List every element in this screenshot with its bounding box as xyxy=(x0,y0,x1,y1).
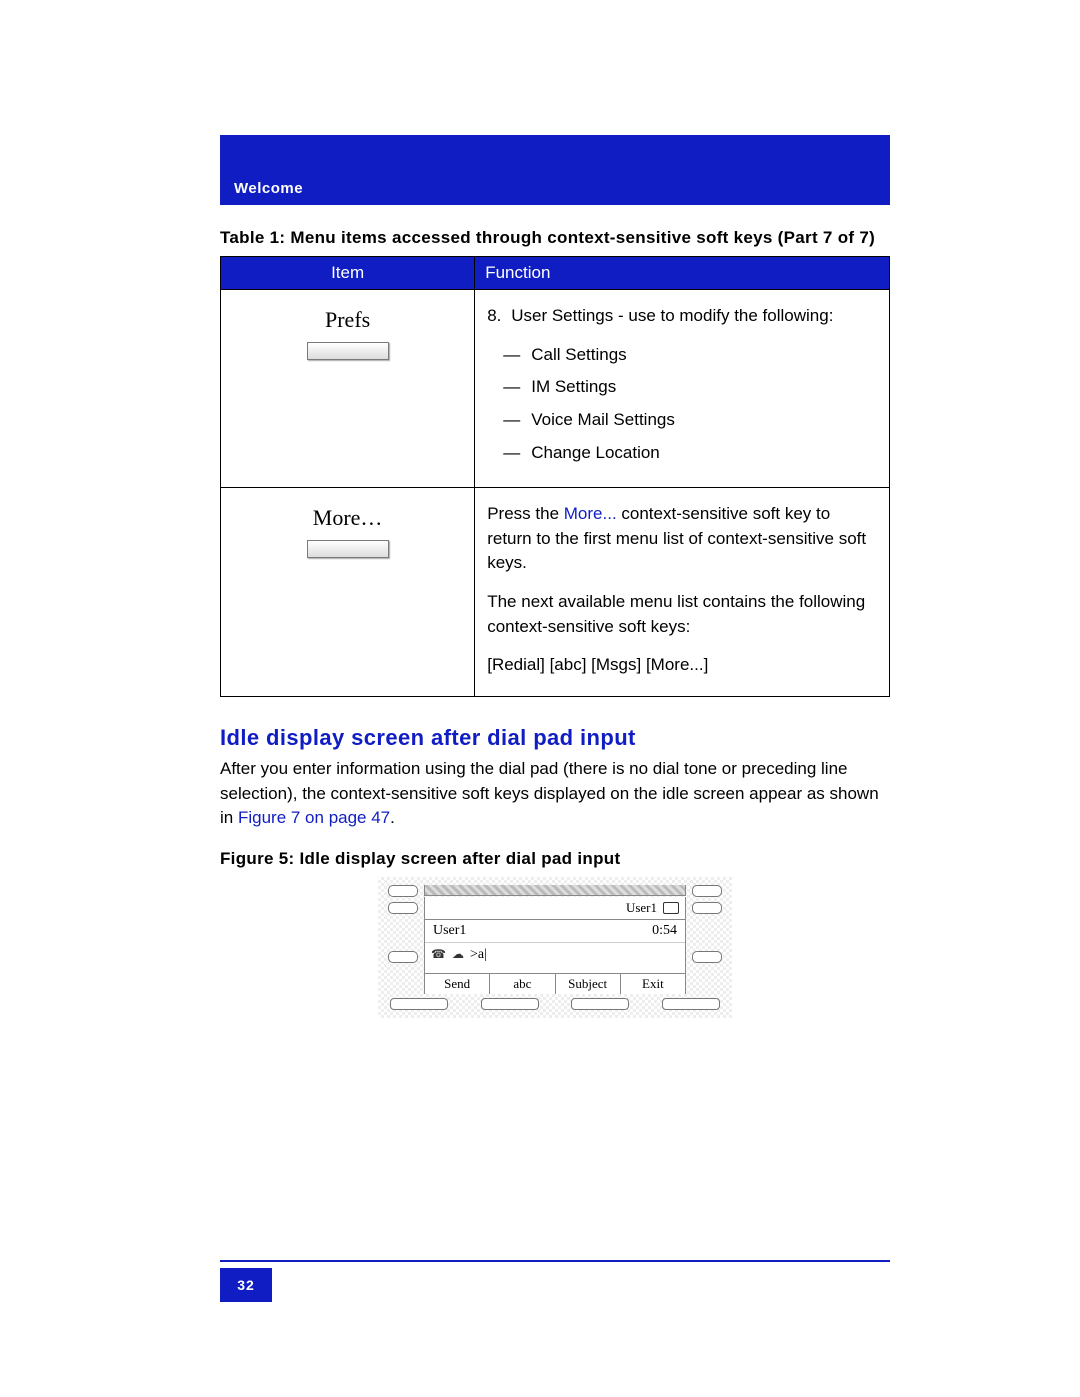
softkey-row: Send abc Subject Exit xyxy=(425,973,685,994)
list-item: Change Location xyxy=(511,437,877,470)
list-item: IM Settings xyxy=(511,371,877,404)
softkey-exit: Exit xyxy=(621,974,685,994)
side-key-icon xyxy=(692,951,722,963)
bottom-key-icon xyxy=(571,998,629,1010)
menu-items-table: Item Function Prefs 8. User Settings - u… xyxy=(220,256,890,697)
more-link[interactable]: More... xyxy=(564,504,617,523)
function-paragraph: The next available menu list contains th… xyxy=(487,590,877,639)
dash-list: Call Settings IM Settings Voice Mail Set… xyxy=(511,339,877,470)
softkey-label-more: More… xyxy=(233,502,462,534)
function-paragraph: [Redial] [abc] [Msgs] [More...] xyxy=(487,653,877,678)
body-paragraph: After you enter information using the di… xyxy=(220,757,890,831)
list-lead-text: User Settings - use to modify the follow… xyxy=(511,306,833,325)
function-cell-more: Press the More... context-sensitive soft… xyxy=(475,488,890,697)
page-number: 32 xyxy=(220,1268,272,1302)
softkey-button-icon xyxy=(307,342,389,360)
status-user: User1 xyxy=(626,900,657,916)
softkey-send: Send xyxy=(425,974,490,994)
side-key-icon xyxy=(692,902,722,914)
figure-phone-screen: User1 User1 0:54 >a| xyxy=(220,877,890,1018)
softkey-abc: abc xyxy=(490,974,555,994)
figure-caption: Figure 5: Idle display screen after dial… xyxy=(220,849,890,869)
cloud-icon xyxy=(452,947,464,963)
side-key-icon xyxy=(388,951,418,963)
softkey-button-icon xyxy=(307,540,389,558)
softkey-subject: Subject xyxy=(556,974,621,994)
input-text: >a| xyxy=(470,947,487,963)
item-cell-prefs: Prefs xyxy=(221,289,475,487)
side-key-icon xyxy=(388,902,418,914)
table-header-function: Function xyxy=(475,256,890,289)
status-bar: User1 xyxy=(425,897,685,920)
figure-reference-link[interactable]: Figure 7 on page 47 xyxy=(238,808,390,827)
handset-icon xyxy=(431,947,446,963)
display-user: User1 xyxy=(433,923,466,939)
list-item: Call Settings xyxy=(511,339,877,372)
phone-icon xyxy=(663,902,679,914)
header-section-title: Welcome xyxy=(234,180,303,197)
display-time: 0:54 xyxy=(652,923,677,939)
function-paragraph: Press the More... context-sensitive soft… xyxy=(487,502,877,576)
bottom-key-icon xyxy=(481,998,539,1010)
bottom-key-icon xyxy=(662,998,720,1010)
list-item: Voice Mail Settings xyxy=(511,404,877,437)
function-cell-prefs: 8. User Settings - use to modify the fol… xyxy=(475,289,890,487)
footer-rule xyxy=(220,1260,890,1262)
table-row: More… Press the More... context-sensitiv… xyxy=(221,488,890,697)
table-caption: Table 1: Menu items accessed through con… xyxy=(220,227,890,250)
side-key-icon xyxy=(388,885,418,897)
table-header-item: Item xyxy=(221,256,475,289)
softkey-label-prefs: Prefs xyxy=(233,304,462,336)
side-key-icon xyxy=(692,885,722,897)
table-row: Prefs 8. User Settings - use to modify t… xyxy=(221,289,890,487)
document-page: Welcome Table 1: Menu items accessed thr… xyxy=(0,0,1080,1397)
section-heading: Idle display screen after dial pad input xyxy=(220,725,890,751)
item-cell-more: More… xyxy=(221,488,475,697)
header-bar: Welcome xyxy=(220,135,890,205)
bottom-key-icon xyxy=(390,998,448,1010)
